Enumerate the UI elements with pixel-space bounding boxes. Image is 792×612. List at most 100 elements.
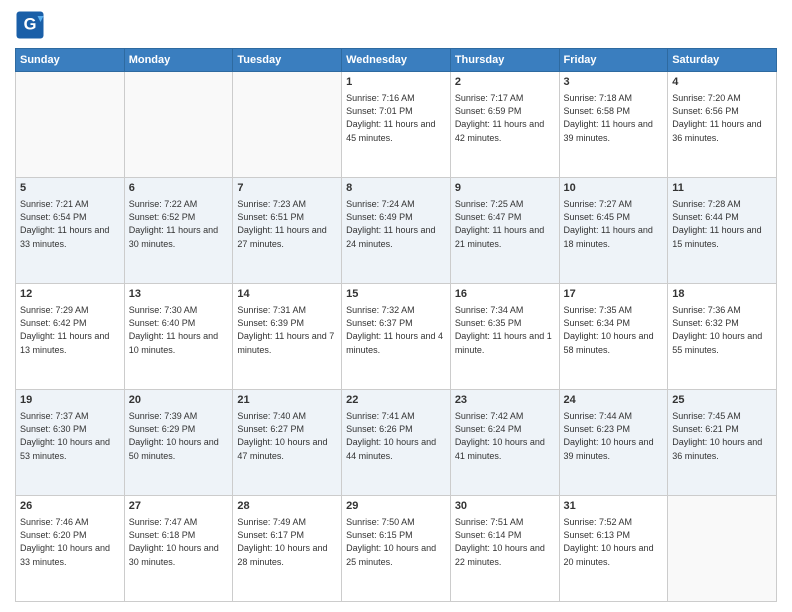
day-info: Sunrise: 7:45 AMSunset: 6:21 PMDaylight:… bbox=[672, 410, 772, 462]
calendar-cell: 14 Sunrise: 7:31 AMSunset: 6:39 PMDayligh… bbox=[233, 284, 342, 390]
day-info: Sunrise: 7:22 AMSunset: 6:52 PMDaylight:… bbox=[129, 198, 229, 250]
day-number: 24 bbox=[564, 393, 664, 408]
calendar-week-row: 12Sunrise: 7:29 AMSunset: 6:42 PMDayligh… bbox=[16, 284, 777, 390]
day-info: Sunrise: 7:24 AMSunset: 6:49 PMDaylight:… bbox=[346, 198, 446, 250]
logo-icon: G bbox=[15, 10, 45, 40]
weekday-header: Thursday bbox=[450, 49, 559, 72]
weekday-header: Saturday bbox=[668, 49, 777, 72]
calendar-cell: 29Sunrise: 7:50 AMSunset: 6:15 PMDayligh… bbox=[342, 496, 451, 602]
calendar-cell: 31 Sunrise: 7:52 AMSunset: 6:13 PMDayligh… bbox=[559, 496, 668, 602]
calendar-cell: 12Sunrise: 7:29 AMSunset: 6:42 PMDayligh… bbox=[16, 284, 125, 390]
day-info: Sunrise: 7:39 AMSunset: 6:29 PMDaylight:… bbox=[129, 410, 229, 462]
day-number: 8 bbox=[346, 181, 446, 196]
calendar-cell: 16 Sunrise: 7:34 AMSunset: 6:35 PMDayligh… bbox=[450, 284, 559, 390]
calendar-cell: 4Sunrise: 7:20 AMSunset: 6:56 PMDaylight… bbox=[668, 72, 777, 178]
calendar-cell: 25 Sunrise: 7:45 AMSunset: 6:21 PMDayligh… bbox=[668, 390, 777, 496]
day-number: 27 bbox=[129, 499, 229, 514]
day-number: 9 bbox=[455, 181, 555, 196]
day-number: 3 bbox=[564, 75, 664, 90]
calendar-cell: 26 Sunrise: 7:46 AMSunset: 6:20 PMDayligh… bbox=[16, 496, 125, 602]
day-number: 30 bbox=[455, 499, 555, 514]
day-number: 14 bbox=[237, 287, 337, 302]
day-number: 19 bbox=[20, 393, 120, 408]
day-info: Sunrise: 7:16 AMSunset: 7:01 PMDaylight:… bbox=[346, 92, 446, 144]
day-number: 23 bbox=[455, 393, 555, 408]
day-number: 10 bbox=[564, 181, 664, 196]
calendar-cell bbox=[124, 72, 233, 178]
calendar-week-row: 26 Sunrise: 7:46 AMSunset: 6:20 PMDayligh… bbox=[16, 496, 777, 602]
day-info: Sunrise: 7:25 AMSunset: 6:47 PMDaylight:… bbox=[455, 198, 555, 250]
calendar-cell: 23 Sunrise: 7:42 AMSunset: 6:24 PMDayligh… bbox=[450, 390, 559, 496]
weekday-header: Tuesday bbox=[233, 49, 342, 72]
day-number: 17 bbox=[564, 287, 664, 302]
calendar-cell: 6 Sunrise: 7:22 AMSunset: 6:52 PMDaylight… bbox=[124, 178, 233, 284]
calendar-cell: 2 Sunrise: 7:17 AMSunset: 6:59 PMDaylight… bbox=[450, 72, 559, 178]
day-info: Sunrise: 7:30 AMSunset: 6:40 PMDaylight:… bbox=[129, 304, 229, 356]
calendar-cell: 10 Sunrise: 7:27 AMSunset: 6:45 PMDayligh… bbox=[559, 178, 668, 284]
day-info: Sunrise: 7:41 AMSunset: 6:26 PMDaylight:… bbox=[346, 410, 446, 462]
calendar-cell: 27 Sunrise: 7:47 AMSunset: 6:18 PMDayligh… bbox=[124, 496, 233, 602]
calendar-cell bbox=[668, 496, 777, 602]
day-info: Sunrise: 7:46 AMSunset: 6:20 PMDaylight:… bbox=[20, 516, 120, 568]
calendar-cell: 8 Sunrise: 7:24 AMSunset: 6:49 PMDaylight… bbox=[342, 178, 451, 284]
weekday-header: Monday bbox=[124, 49, 233, 72]
calendar-cell: 20Sunrise: 7:39 AMSunset: 6:29 PMDayligh… bbox=[124, 390, 233, 496]
calendar-cell: 30Sunrise: 7:51 AMSunset: 6:14 PMDayligh… bbox=[450, 496, 559, 602]
calendar: SundayMondayTuesdayWednesdayThursdayFrid… bbox=[15, 48, 777, 602]
day-info: Sunrise: 7:42 AMSunset: 6:24 PMDaylight:… bbox=[455, 410, 555, 462]
day-number: 13 bbox=[129, 287, 229, 302]
day-number: 31 bbox=[564, 499, 664, 514]
day-number: 18 bbox=[672, 287, 772, 302]
calendar-cell: 5 Sunrise: 7:21 AMSunset: 6:54 PMDaylight… bbox=[16, 178, 125, 284]
calendar-week-row: 5 Sunrise: 7:21 AMSunset: 6:54 PMDaylight… bbox=[16, 178, 777, 284]
day-number: 4 bbox=[672, 75, 772, 90]
day-info: Sunrise: 7:32 AMSunset: 6:37 PMDaylight:… bbox=[346, 304, 446, 356]
calendar-week-row: 1 Sunrise: 7:16 AMSunset: 7:01 PMDaylight… bbox=[16, 72, 777, 178]
day-number: 1 bbox=[346, 75, 446, 90]
calendar-cell: 19 Sunrise: 7:37 AMSunset: 6:30 PMDayligh… bbox=[16, 390, 125, 496]
day-number: 2 bbox=[455, 75, 555, 90]
day-info: Sunrise: 7:37 AMSunset: 6:30 PMDaylight:… bbox=[20, 410, 120, 462]
calendar-cell: 18 Sunrise: 7:36 AMSunset: 6:32 PMDayligh… bbox=[668, 284, 777, 390]
day-number: 25 bbox=[672, 393, 772, 408]
day-info: Sunrise: 7:27 AMSunset: 6:45 PMDaylight:… bbox=[564, 198, 664, 250]
weekday-header: Sunday bbox=[16, 49, 125, 72]
day-number: 5 bbox=[20, 181, 120, 196]
day-info: Sunrise: 7:47 AMSunset: 6:18 PMDaylight:… bbox=[129, 516, 229, 568]
calendar-cell: 11 Sunrise: 7:28 AMSunset: 6:44 PMDayligh… bbox=[668, 178, 777, 284]
day-info: Sunrise: 7:52 AMSunset: 6:13 PMDaylight:… bbox=[564, 516, 664, 568]
day-info: Sunrise: 7:17 AMSunset: 6:59 PMDaylight:… bbox=[455, 92, 555, 144]
header: G bbox=[15, 10, 777, 40]
calendar-cell: 17 Sunrise: 7:35 AMSunset: 6:34 PMDayligh… bbox=[559, 284, 668, 390]
calendar-cell: 24Sunrise: 7:44 AMSunset: 6:23 PMDayligh… bbox=[559, 390, 668, 496]
day-number: 29 bbox=[346, 499, 446, 514]
day-number: 16 bbox=[455, 287, 555, 302]
day-info: Sunrise: 7:21 AMSunset: 6:54 PMDaylight:… bbox=[20, 198, 120, 250]
day-info: Sunrise: 7:36 AMSunset: 6:32 PMDaylight:… bbox=[672, 304, 772, 356]
day-info: Sunrise: 7:49 AMSunset: 6:17 PMDaylight:… bbox=[237, 516, 337, 568]
day-number: 7 bbox=[237, 181, 337, 196]
day-number: 11 bbox=[672, 181, 772, 196]
calendar-week-row: 19 Sunrise: 7:37 AMSunset: 6:30 PMDayligh… bbox=[16, 390, 777, 496]
day-info: Sunrise: 7:35 AMSunset: 6:34 PMDaylight:… bbox=[564, 304, 664, 356]
day-info: Sunrise: 7:31 AMSunset: 6:39 PMDaylight:… bbox=[237, 304, 337, 356]
calendar-cell: 15 Sunrise: 7:32 AMSunset: 6:37 PMDayligh… bbox=[342, 284, 451, 390]
calendar-cell: 1 Sunrise: 7:16 AMSunset: 7:01 PMDaylight… bbox=[342, 72, 451, 178]
day-info: Sunrise: 7:28 AMSunset: 6:44 PMDaylight:… bbox=[672, 198, 772, 250]
calendar-cell: 9 Sunrise: 7:25 AMSunset: 6:47 PMDaylight… bbox=[450, 178, 559, 284]
page: G SundayMondayTuesdayWednesdayThursdayFr… bbox=[0, 0, 792, 612]
day-info: Sunrise: 7:34 AMSunset: 6:35 PMDaylight:… bbox=[455, 304, 555, 356]
calendar-cell: 28Sunrise: 7:49 AMSunset: 6:17 PMDayligh… bbox=[233, 496, 342, 602]
day-info: Sunrise: 7:18 AMSunset: 6:58 PMDaylight:… bbox=[564, 92, 664, 144]
calendar-cell: 7Sunrise: 7:23 AMSunset: 6:51 PMDaylight… bbox=[233, 178, 342, 284]
weekday-header-row: SundayMondayTuesdayWednesdayThursdayFrid… bbox=[16, 49, 777, 72]
weekday-header: Friday bbox=[559, 49, 668, 72]
svg-text:G: G bbox=[24, 16, 37, 34]
day-info: Sunrise: 7:29 AMSunset: 6:42 PMDaylight:… bbox=[20, 304, 120, 356]
day-number: 15 bbox=[346, 287, 446, 302]
day-number: 26 bbox=[20, 499, 120, 514]
day-number: 6 bbox=[129, 181, 229, 196]
logo: G bbox=[15, 10, 49, 40]
calendar-cell bbox=[233, 72, 342, 178]
weekday-header: Wednesday bbox=[342, 49, 451, 72]
